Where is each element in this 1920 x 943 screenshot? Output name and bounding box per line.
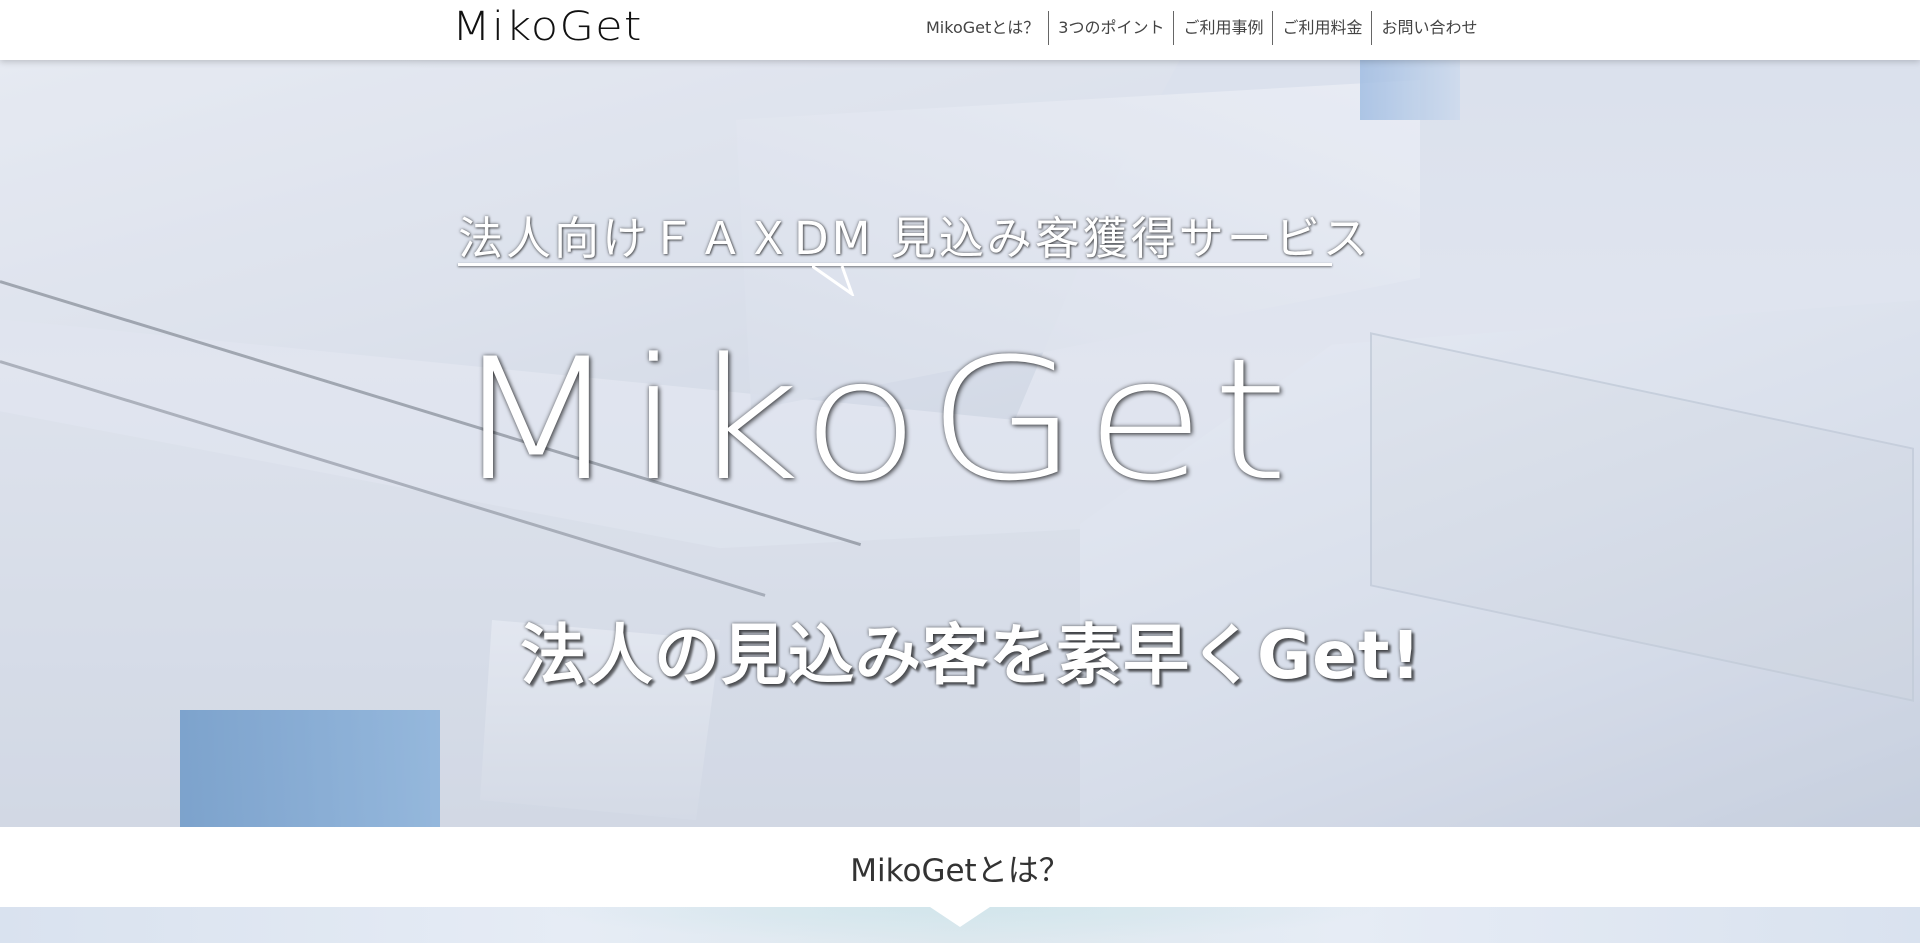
section-header: MikoGetとは？: [0, 827, 1920, 907]
main-nav: MikoGetとは？ 3つのポイント ご利用事例 ご利用料金 お問い合わせ: [918, 11, 1487, 45]
hero-logo: MikoGet: [452, 322, 1296, 518]
hero-catchphrase: 法人の見込み客を素早くGet!: [520, 617, 1422, 694]
down-arrow-icon: [930, 907, 990, 927]
nav-item-about[interactable]: MikoGetとは？: [918, 11, 1048, 45]
nav-item-contact[interactable]: お問い合わせ: [1371, 11, 1486, 45]
nav-item-points[interactable]: 3つのポイント: [1048, 11, 1173, 45]
speech-notch-icon: [812, 264, 855, 296]
hero-tagline: 法人向けＦＡＸDM 見込み客獲得サービス: [458, 212, 1371, 265]
tagline-underline: [458, 263, 1332, 266]
nav-item-cases[interactable]: ご利用事例: [1173, 11, 1272, 45]
section-title: MikoGetとは？: [850, 853, 1070, 889]
site-header: MikoGet MikoGetとは？ 3つのポイント ご利用事例 ご利用料金 お…: [0, 0, 1920, 60]
hero-banner: 法人向けＦＡＸDM 見込み客獲得サービス MikoGet 法人の見込み客を素早く…: [0, 60, 1920, 827]
site-logo[interactable]: MikoGet: [452, 4, 643, 50]
nav-item-pricing[interactable]: ご利用料金: [1272, 11, 1371, 45]
